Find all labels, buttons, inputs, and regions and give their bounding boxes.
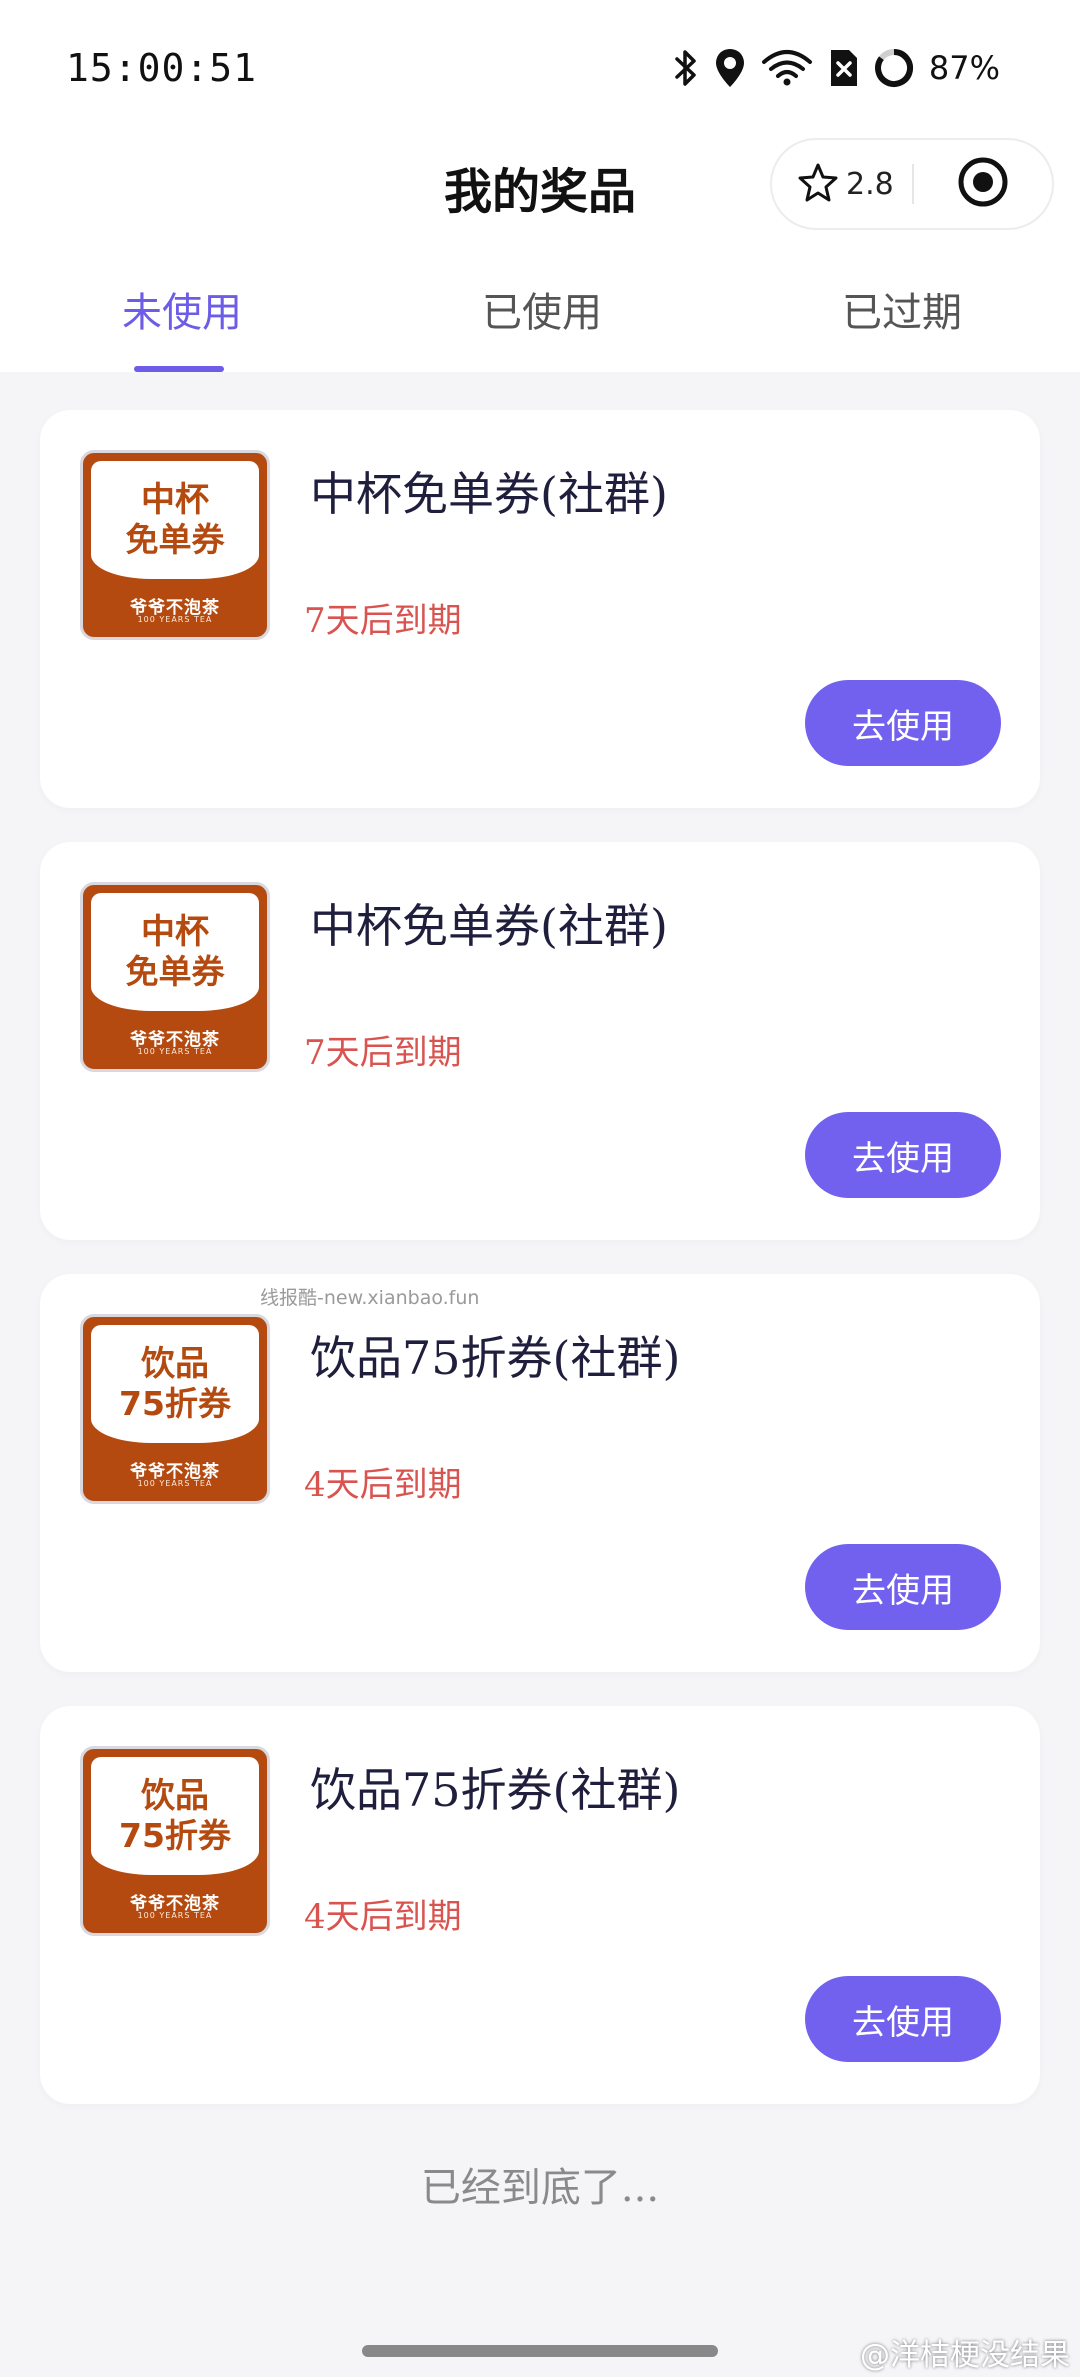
tab-expired[interactable]: 已过期 <box>842 280 962 338</box>
prize-expiry: 4天后到期 <box>304 1897 462 1937</box>
wifi-icon <box>761 48 813 88</box>
prize-title: 中杯免单券(社群) <box>310 467 668 521</box>
star-outline-icon <box>798 162 838 206</box>
home-indicator[interactable] <box>362 2345 718 2357</box>
prize-title: 饮品75折券(社群) <box>310 1331 681 1385</box>
target-icon <box>955 154 1011 214</box>
coupon-image: 饮品 75折券 爷爷不泡茶 100 YEARS TEA <box>80 1746 270 1936</box>
coupon-image-line2: 免单券 <box>125 952 225 991</box>
active-tab-indicator <box>134 366 224 372</box>
coupon-image: 中杯 免单券 爷爷不泡茶 100 YEARS TEA <box>80 882 270 1072</box>
prize-card: 中杯 免单券 爷爷不泡茶 100 YEARS TEA 中杯免单券(社群) 7天后… <box>40 842 1040 1240</box>
use-button[interactable]: 去使用 <box>805 1976 1001 2062</box>
watermark-bottom: @洋桔梗没结果 <box>860 2338 1070 2373</box>
coupon-image-line1: 饮品 <box>141 1776 209 1816</box>
coupon-image-top: 饮品 75折券 <box>91 1757 259 1875</box>
coupon-image: 中杯 免单券 爷爷不泡茶 100 YEARS TEA <box>80 450 270 640</box>
coupon-image-line2: 免单券 <box>125 520 225 559</box>
end-of-list-text: 已经到底了... <box>420 2165 660 2211</box>
coupon-image-line2: 75折券 <box>119 1384 231 1423</box>
prize-list: 中杯 免单券 爷爷不泡茶 100 YEARS TEA 中杯免单券(社群) 7天后… <box>40 410 1040 2138</box>
header: 我的奖品 2.8 <box>0 130 1080 250</box>
use-button[interactable]: 去使用 <box>805 1544 1001 1630</box>
battery-ring-icon <box>873 47 915 89</box>
tab-used[interactable]: 已使用 <box>482 280 602 338</box>
use-button[interactable]: 去使用 <box>805 1112 1001 1198</box>
tab-bar: 未使用 已使用 已过期 <box>0 250 1080 372</box>
coupon-image-line1: 饮品 <box>141 1344 209 1384</box>
coupon-image-line1: 中杯 <box>141 480 209 520</box>
prize-expiry: 7天后到期 <box>304 1033 462 1073</box>
location-icon <box>713 47 747 89</box>
use-button[interactable]: 去使用 <box>805 680 1001 766</box>
tab-unused[interactable]: 未使用 <box>122 280 242 338</box>
coupon-image-brand-sub: 100 YEARS TEA <box>137 1911 213 1920</box>
status-bar: 15:00:51 87% <box>0 0 1080 130</box>
coupon-image-brand-sub: 100 YEARS TEA <box>137 615 213 624</box>
watermark-text: 线报酷-new.xianbao.fun <box>260 1287 480 1309</box>
mini-program-capsule: 2.8 <box>770 138 1054 230</box>
prize-expiry: 7天后到期 <box>304 601 462 641</box>
prize-card: 中杯 免单券 爷爷不泡茶 100 YEARS TEA 中杯免单券(社群) 7天后… <box>40 410 1040 808</box>
coupon-image-brand-sub: 100 YEARS TEA <box>137 1479 213 1488</box>
prize-card: 饮品 75折券 爷爷不泡茶 100 YEARS TEA 饮品75折券(社群) 4… <box>40 1706 1040 2104</box>
coupon-image-top: 中杯 免单券 <box>91 461 259 579</box>
prize-title: 中杯免单券(社群) <box>310 899 668 953</box>
coupon-image: 饮品 75折券 爷爷不泡茶 100 YEARS TEA <box>80 1314 270 1504</box>
coupon-image-top: 饮品 75折券 <box>91 1325 259 1443</box>
coupon-image-line2: 75折券 <box>119 1816 231 1855</box>
sim-error-icon <box>827 48 859 88</box>
rating-button[interactable]: 2.8 <box>772 162 912 206</box>
coupon-image-line1: 中杯 <box>141 912 209 952</box>
status-time: 15:00:51 <box>66 46 258 90</box>
battery-percent: 87% <box>928 49 1000 87</box>
coupon-image-top: 中杯 免单券 <box>91 893 259 1011</box>
prize-title: 饮品75折券(社群) <box>310 1763 681 1817</box>
status-icons: 87% <box>673 44 1000 92</box>
prize-expiry: 4天后到期 <box>304 1465 462 1505</box>
close-mini-program-button[interactable] <box>914 154 1052 214</box>
prize-card: 饮品 75折券 爷爷不泡茶 100 YEARS TEA 饮品75折券(社群) 4… <box>40 1274 1040 1672</box>
rating-score: 2.8 <box>846 166 894 202</box>
coupon-image-brand-sub: 100 YEARS TEA <box>137 1047 213 1056</box>
bluetooth-icon <box>673 48 699 88</box>
